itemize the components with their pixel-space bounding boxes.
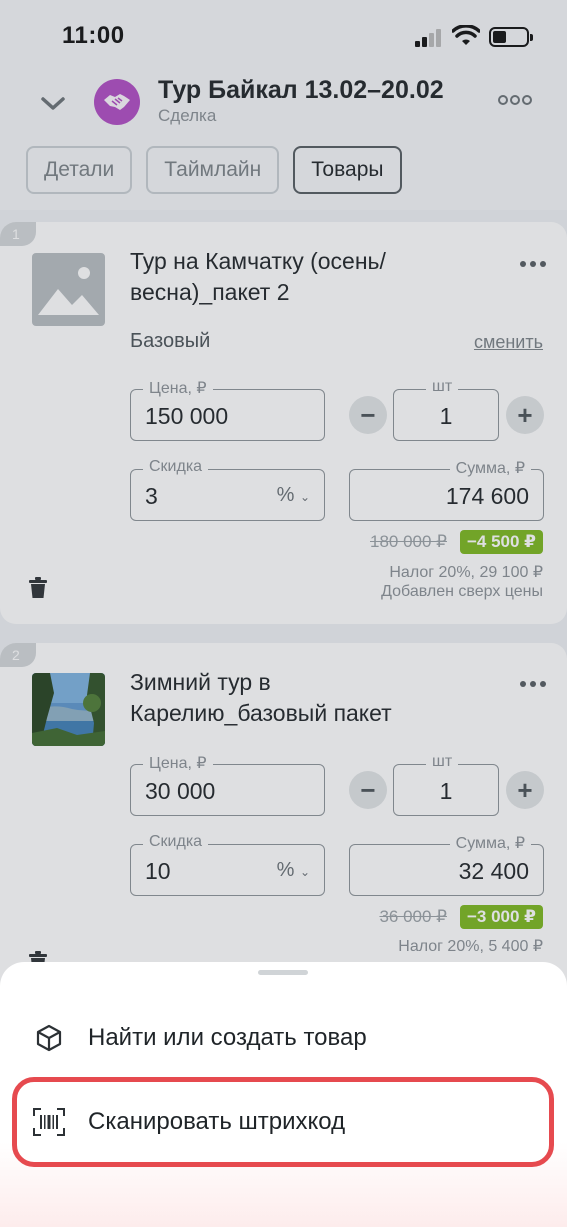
sheet-drag-handle[interactable] [258,970,308,975]
barcode-scan-icon [32,1105,66,1139]
find-or-create-product-label: Найти или создать товар [88,1024,367,1051]
cube-icon [32,1021,66,1055]
scan-barcode-label: Сканировать штрихкод [88,1108,346,1135]
scan-barcode-option[interactable]: Сканировать штрихкод [12,1077,554,1167]
find-or-create-product-option[interactable]: Найти или создать товар [12,993,554,1083]
add-product-sheet: Найти или создать товар Сканировать штри… [0,962,567,1227]
